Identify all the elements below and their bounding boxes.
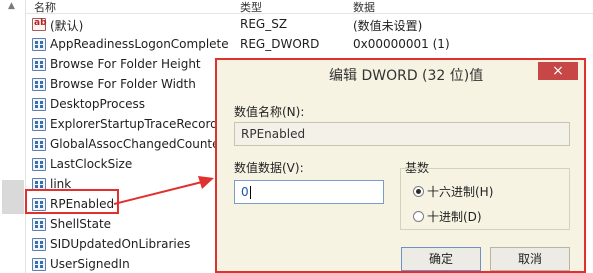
value-name-text: RPEnabled [241,127,306,141]
binary-value-icon [32,218,46,231]
value-type: REG_SZ [240,17,288,31]
dialog-body: 数值名称(N): RPEnabled 数值数据(V): 0 基数 十六进制(H)… [217,88,584,271]
value-name: DesktopProcess [50,97,146,111]
value-data: (数值未设置) [353,19,423,33]
value-name: SIDUpdatedOnLibraries [50,237,191,251]
list-item[interactable]: (默认) REG_SZ (数值未设置) [26,15,593,35]
value-data-text: 0 [241,185,249,199]
list-item[interactable]: AppReadinessLogonComplete REG_DWORD 0x00… [26,35,593,55]
string-value-icon [32,18,47,31]
value-name: GlobalAssocChangedCounter [50,137,225,151]
column-header-data[interactable]: 数据 [353,0,375,15]
scroll-up-icon[interactable]: ▲ [8,1,15,11]
binary-value-icon [32,78,46,91]
column-header-name[interactable]: 名称 [34,0,56,15]
value-data-label: 数值数据(V): [234,161,304,175]
radio-decimal[interactable]: 十进制(D) [413,208,482,225]
binary-value-icon [32,158,46,171]
value-name: LastClockSize [50,157,133,171]
binary-value-icon [32,258,46,271]
dialog-title-bar[interactable]: 编辑 DWORD (32 位)值 × [217,60,584,88]
binary-value-icon [32,138,46,151]
close-button[interactable]: × [538,62,578,80]
value-type: REG_DWORD [240,37,320,51]
value-data-input[interactable]: 0 [234,180,384,204]
value-name: ExplorerStartupTraceRecorded [50,117,233,131]
column-header-type[interactable]: 类型 [240,0,262,15]
radio-hex[interactable]: 十六进制(H) [413,183,493,200]
value-name: (默认) [50,19,84,33]
text-caret [249,186,251,199]
binary-value-icon [32,118,46,131]
binary-value-icon [32,98,46,111]
cancel-button[interactable]: 取消 [490,247,570,271]
binary-value-icon [32,58,46,71]
radio-unselected-icon [413,211,424,222]
value-name-label: 数值名称(N): [234,105,305,119]
tree-selection [2,180,24,214]
value-name: Browse For Folder Width [50,77,196,91]
dialog-title: 编辑 DWORD (32 位)值 [329,68,484,84]
value-name-field: RPEnabled [234,122,570,146]
binary-value-icon [32,238,46,251]
ok-button[interactable]: 确定 [401,247,481,271]
edit-dword-dialog: 编辑 DWORD (32 位)值 × 数值名称(N): RPEnabled 数值… [215,58,586,273]
registry-tree-pane[interactable]: ▲ [0,0,26,273]
list-header: 名称 类型 数据 [26,0,593,14]
value-name: AppReadinessLogonComplete [50,37,229,51]
radio-selected-icon [413,186,424,197]
highlight-box [25,189,119,214]
value-data: 0x00000001 (1) [353,37,450,51]
value-name: Browse For Folder Height [50,57,201,71]
value-name: ShellState [50,217,112,231]
radio-hex-label: 十六进制(H) [427,185,494,199]
binary-value-icon [32,38,46,51]
pointer-arrow-icon [113,176,214,205]
value-name: UserSignedIn [50,257,130,271]
radio-decimal-label: 十进制(D) [427,210,482,224]
